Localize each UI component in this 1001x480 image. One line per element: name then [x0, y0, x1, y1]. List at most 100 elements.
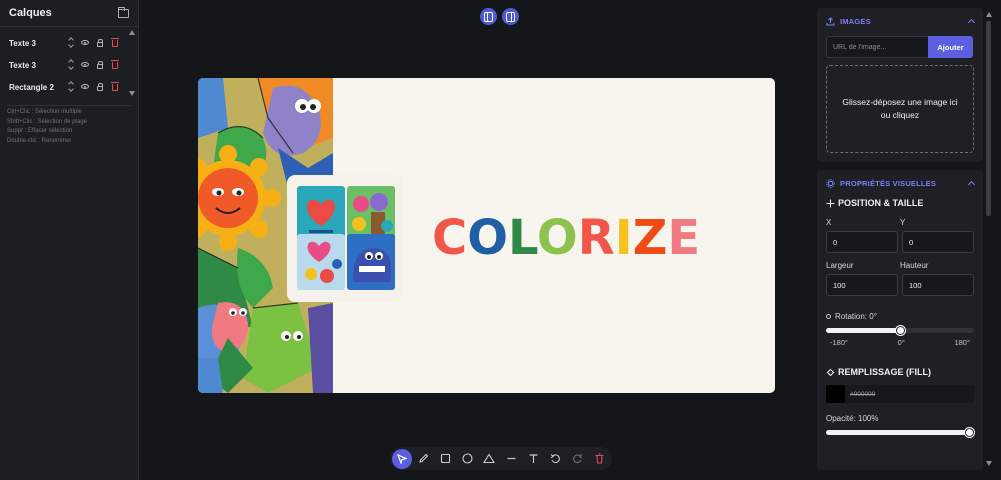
eye-icon[interactable] — [80, 38, 89, 47]
layer-item[interactable]: Texte 3 — [0, 54, 124, 76]
line-tool-button[interactable] — [500, 449, 522, 469]
trash-icon[interactable] — [110, 60, 119, 69]
rotation-label: Rotation: 0° — [835, 312, 877, 321]
opacity-slider-fill — [826, 430, 974, 435]
rotation-min-label: -180° — [830, 338, 849, 347]
rotation-slider-handle[interactable] — [895, 326, 905, 335]
tool-bar — [390, 447, 612, 470]
layers-header: Calques — [0, 0, 138, 27]
trash-icon[interactable] — [110, 82, 119, 91]
undo-button[interactable] — [544, 449, 566, 469]
opacity-slider[interactable] — [826, 428, 974, 437]
layer-item[interactable]: Rectangle 2 — [0, 76, 124, 98]
folder-icon[interactable] — [118, 6, 129, 18]
add-image-button[interactable]: Ajouter — [928, 36, 973, 58]
thumbnail-collage[interactable] — [287, 175, 403, 302]
gear-icon — [826, 178, 835, 188]
scrollbar-thumb[interactable] — [986, 21, 991, 216]
eye-icon[interactable] — [80, 60, 89, 69]
select-tool-button[interactable] — [392, 448, 412, 469]
visual-section-header[interactable]: PROPRIÉTÉS VISUELLES — [817, 170, 983, 196]
fill-color-swatch[interactable] — [826, 385, 845, 403]
thumbnail-image[interactable] — [297, 234, 345, 290]
height-input[interactable]: 100 — [902, 274, 974, 296]
images-section: IMAGES Ajouter Glissez-déposez une image… — [817, 8, 983, 162]
brand-letter: I — [614, 210, 633, 266]
layer-item[interactable]: Texte 3 — [0, 32, 124, 54]
position-size-heading: POSITION & TAILLE — [817, 196, 983, 210]
width-input[interactable]: 100 — [826, 274, 898, 296]
toggle-left-panel-button[interactable] — [480, 8, 497, 25]
chevron-up-icon[interactable] — [967, 180, 976, 189]
layers-title: Calques — [9, 7, 52, 19]
visual-properties-section: PROPRIÉTÉS VISUELLES POSITION & TAILLE X… — [817, 170, 983, 470]
editor-app: Calques Texte 3 Texte 3 Rectangle 2 Ctrl… — [0, 0, 1001, 480]
xy-fields: 0 0 — [817, 231, 983, 253]
x-input[interactable]: 0 — [826, 231, 898, 253]
scroll-up-arrow-icon[interactable] — [986, 12, 992, 17]
scroll-down-arrow-icon[interactable] — [129, 91, 135, 96]
image-url-input[interactable] — [826, 36, 928, 58]
pen-tool-button[interactable] — [412, 449, 434, 469]
fill-color-picker[interactable]: #000000 — [826, 385, 974, 403]
delete-button[interactable] — [588, 449, 610, 469]
redo-button[interactable] — [566, 449, 588, 469]
rotation-slider[interactable] — [826, 326, 974, 335]
layer-name[interactable]: Texte 3 — [9, 61, 69, 70]
reorder-arrows-icon[interactable] — [68, 37, 74, 48]
rectangle-icon — [440, 453, 450, 464]
y-input[interactable]: 0 — [902, 231, 974, 253]
rectangle-tool-button[interactable] — [434, 449, 456, 469]
width-label: Largeur — [826, 261, 854, 270]
opacity-label: Opacité: 100% — [826, 414, 879, 423]
undo-icon — [550, 454, 560, 464]
help-line: Ctrl+Clic : Sélection multiple — [7, 109, 82, 115]
triangle-tool-button[interactable] — [478, 449, 500, 469]
fill-heading: REMPLISSAGE (FILL) — [817, 365, 983, 379]
scroll-up-arrow-icon[interactable] — [129, 30, 135, 35]
rotation-label-row: Rotation: 0° — [817, 312, 983, 321]
lock-icon[interactable] — [95, 38, 104, 47]
brand-letter: C — [432, 210, 468, 266]
rotation-slider-fill — [826, 328, 900, 333]
brand-letter: O — [536, 210, 578, 266]
image-dropzone[interactable]: Glissez-déposez une image ici ou cliquez — [826, 65, 974, 153]
properties-scrollbar[interactable] — [986, 12, 992, 467]
toggle-right-panel-button[interactable] — [502, 8, 519, 25]
shortcut-help: Ctrl+Clic : Sélection multiple Shift+Cli… — [7, 105, 131, 146]
brand-title[interactable]: COLORIZE — [432, 213, 700, 263]
design-canvas[interactable]: COLORIZE — [198, 78, 775, 393]
chevron-up-icon[interactable] — [967, 18, 976, 27]
layer-name[interactable]: Texte 3 — [9, 39, 69, 48]
sidebar-left-icon — [484, 11, 493, 22]
brand-letter: Z — [632, 210, 668, 266]
text-tool-button[interactable] — [522, 449, 544, 469]
brand-letter: E — [667, 210, 701, 266]
help-line: Shift+Clic : Sélection de plage — [7, 118, 87, 125]
circle-tool-button[interactable] — [456, 449, 478, 469]
thumbnail-image[interactable] — [347, 234, 395, 290]
cursor-icon — [397, 453, 407, 464]
triangle-icon — [483, 453, 495, 464]
help-line: Suppr : Effacer sélection — [7, 128, 73, 134]
layer-name[interactable]: Rectangle 2 — [9, 83, 69, 92]
properties-panel: IMAGES Ajouter Glissez-déposez une image… — [817, 8, 983, 473]
reorder-arrows-icon[interactable] — [68, 59, 74, 70]
xy-labels: X Y — [817, 218, 983, 227]
scroll-down-arrow-icon[interactable] — [986, 461, 992, 466]
lock-icon[interactable] — [95, 82, 104, 91]
images-section-header[interactable]: IMAGES — [817, 8, 983, 34]
fill-color-value[interactable]: #000000 — [850, 391, 875, 398]
opacity-slider-handle[interactable] — [965, 428, 974, 437]
trash-icon — [595, 453, 603, 464]
pencil-icon — [418, 453, 428, 463]
position-size-title: POSITION & TAILLE — [838, 198, 924, 208]
brand-letter: R — [577, 210, 615, 266]
y-label: Y — [900, 218, 906, 227]
eye-icon[interactable] — [80, 82, 89, 91]
trash-icon[interactable] — [110, 38, 119, 47]
lock-icon[interactable] — [95, 60, 104, 69]
reorder-arrows-icon[interactable] — [68, 81, 74, 92]
brand-letter: O — [467, 210, 509, 266]
text-icon — [529, 454, 537, 463]
